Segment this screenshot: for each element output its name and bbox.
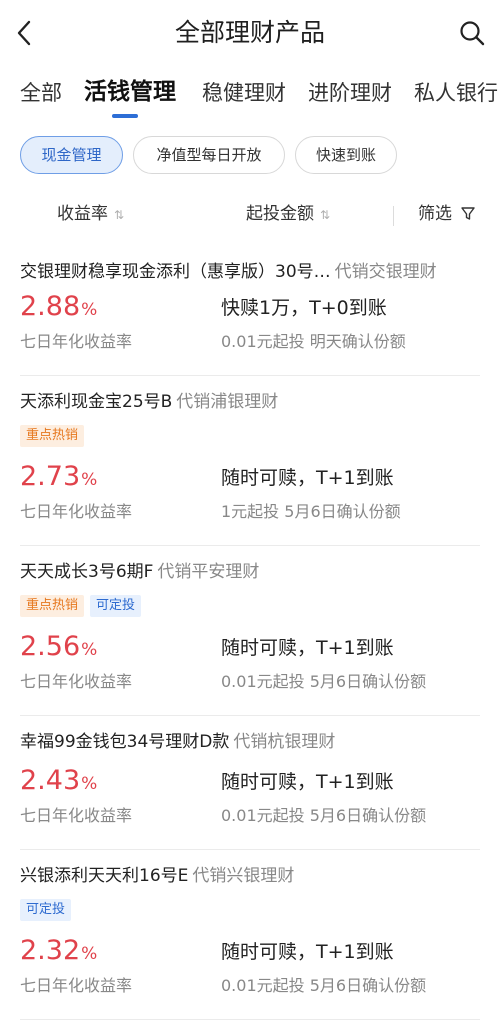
tag-fixed-invest: 可定投 xyxy=(90,595,142,617)
product-rate: 2.88% xyxy=(20,290,97,327)
product-list: 交银理财稳享现金添利（惠享版）30号… 代销交银理财 2.88% 七日年化收益率 … xyxy=(0,246,500,1020)
sort-divider xyxy=(393,206,394,226)
redeem-info: 随时可赎，T+1到账 xyxy=(221,467,394,489)
product-agency: 代销交银理财 xyxy=(334,262,437,282)
chip-nav-daily-open[interactable]: 净值型每日开放 xyxy=(133,136,285,174)
rate-unit: % xyxy=(81,944,98,964)
filter-chips: 现金管理 净值型每日开放 快速到账 xyxy=(0,136,500,176)
tab-cash-management[interactable]: 活钱管理 xyxy=(84,77,176,107)
product-title: 交银理财稳享现金添利（惠享版）30号… xyxy=(20,262,331,282)
product-title: 天天成长3号6期F xyxy=(20,562,154,582)
product-rate: 2.43% xyxy=(20,764,97,801)
filter-label: 筛选 xyxy=(418,204,452,224)
product-agency: 代销杭银理财 xyxy=(233,732,336,752)
product-name: 兴银添利天天利16号E 代销兴银理财 xyxy=(20,864,490,888)
rate-label: 七日年化收益率 xyxy=(20,332,133,351)
product-card[interactable]: 天添利现金宝25号B 代销浦银理财 重点热销 2.73% 七日年化收益率 随时可赎… xyxy=(20,376,480,546)
tag-fixed-invest: 可定投 xyxy=(20,899,72,921)
rate-label: 七日年化收益率 xyxy=(20,502,133,521)
tab-all[interactable]: 全部 xyxy=(20,78,62,108)
tag-hot-sale: 重点热销 xyxy=(20,595,85,617)
rate-unit: % xyxy=(81,300,98,320)
sort-arrows-icon: ⇅ xyxy=(114,208,125,222)
product-agency: 代销浦银理财 xyxy=(176,392,279,412)
redeem-info: 快赎1万，T+0到账 xyxy=(221,297,387,319)
header-bar: 全部理财产品 xyxy=(0,0,500,66)
page-title: 全部理财产品 xyxy=(174,18,325,47)
product-rate: 2.32% xyxy=(20,934,97,971)
product-tags: 重点热销 xyxy=(20,424,90,447)
product-name: 幸福99金钱包34号理财D款 代销杭银理财 xyxy=(20,730,490,754)
rate-unit: % xyxy=(81,640,98,660)
chip-fast-arrival[interactable]: 快速到账 xyxy=(295,136,397,174)
invest-info: 0.01元起投 5月6日确认份额 xyxy=(221,672,427,691)
rate-value: 2.43 xyxy=(20,765,81,796)
filter-button[interactable]: 筛选 xyxy=(418,200,476,228)
invest-info: 1元起投 5月6日确认份额 xyxy=(221,502,401,521)
rate-value: 2.88 xyxy=(20,291,81,322)
tab-stable-wealth[interactable]: 稳健理财 xyxy=(202,78,286,108)
product-rate: 2.73% xyxy=(20,460,97,497)
invest-info: 0.01元起投 明天确认份额 xyxy=(221,332,406,351)
rate-value: 2.32 xyxy=(20,935,81,966)
product-tags: 重点热销 可定投 xyxy=(20,594,147,617)
product-agency: 代销平安理财 xyxy=(157,562,260,582)
product-card[interactable]: 天天成长3号6期F 代销平安理财 重点热销 可定投 2.56% 七日年化收益率 随时… xyxy=(20,546,480,716)
product-name: 天添利现金宝25号B 代销浦银理财 xyxy=(20,390,490,414)
product-card[interactable]: 交银理财稳享现金添利（惠享版）30号… 代销交银理财 2.88% 七日年化收益率 … xyxy=(20,246,480,376)
tab-advanced-wealth[interactable]: 进阶理财 xyxy=(308,78,392,108)
rate-value: 2.73 xyxy=(20,461,81,492)
rate-label: 七日年化收益率 xyxy=(20,672,133,691)
search-button[interactable] xyxy=(456,16,488,50)
sort-by-yield[interactable]: 收益率 ⇅ xyxy=(57,200,124,229)
sort-yield-label: 收益率 xyxy=(57,204,108,224)
active-tab-indicator xyxy=(112,114,138,118)
sort-amount-label: 起投金额 xyxy=(246,204,314,224)
chip-cash-management[interactable]: 现金管理 xyxy=(20,136,123,174)
product-tags: 可定投 xyxy=(20,898,77,921)
sort-by-amount[interactable]: 起投金额 ⇅ xyxy=(246,200,330,229)
invest-info: 0.01元起投 5月6日确认份额 xyxy=(221,806,427,825)
search-icon xyxy=(460,21,485,46)
product-title: 幸福99金钱包34号理财D款 xyxy=(20,732,230,752)
product-title: 天添利现金宝25号B xyxy=(20,392,173,412)
rate-label: 七日年化收益率 xyxy=(20,806,133,825)
product-name: 交银理财稳享现金添利（惠享版）30号… 代销交银理财 xyxy=(20,260,490,284)
redeem-info: 随时可赎，T+1到账 xyxy=(221,941,394,963)
redeem-info: 随时可赎，T+1到账 xyxy=(221,771,394,793)
product-name: 天天成长3号6期F 代销平安理财 xyxy=(20,560,490,584)
sort-bar: 收益率 ⇅ 起投金额 ⇅ 筛选 xyxy=(0,194,500,236)
rate-label: 七日年化收益率 xyxy=(20,976,133,995)
product-card[interactable]: 幸福99金钱包34号理财D款 代销杭银理财 2.43% 七日年化收益率 随时可赎，… xyxy=(20,716,480,850)
product-agency: 代销兴银理财 xyxy=(192,866,295,886)
product-rate: 2.56% xyxy=(20,630,97,667)
sort-arrows-icon: ⇅ xyxy=(320,208,331,222)
rate-unit: % xyxy=(81,774,98,794)
filter-icon xyxy=(461,207,476,220)
redeem-info: 随时可赎，T+1到账 xyxy=(221,637,394,659)
tab-private-banking[interactable]: 私人银行 xyxy=(414,78,498,108)
tag-hot-sale: 重点热销 xyxy=(20,425,85,447)
rate-value: 2.56 xyxy=(20,631,81,662)
invest-info: 0.01元起投 5月6日确认份额 xyxy=(221,976,427,995)
rate-unit: % xyxy=(81,470,98,490)
category-tabs: 全部 活钱管理 稳健理财 进阶理财 私人银行 xyxy=(0,72,500,120)
product-title: 兴银添利天天利16号E xyxy=(20,866,189,886)
product-card[interactable]: 兴银添利天天利16号E 代销兴银理财 可定投 2.32% 七日年化收益率 随时可赎… xyxy=(20,850,480,1020)
